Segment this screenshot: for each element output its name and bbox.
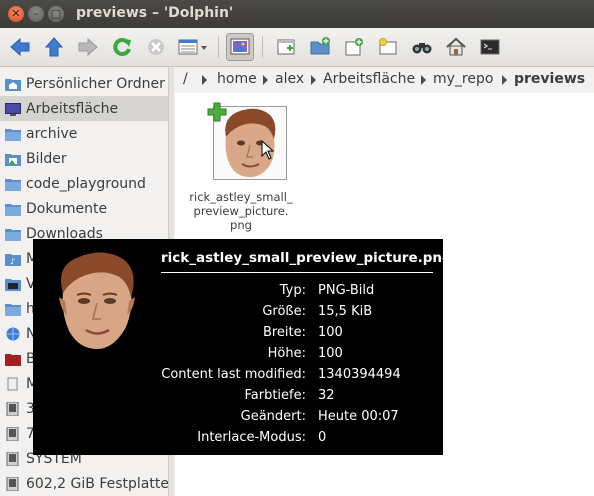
tooltip-row: Größe: 15,5 KiB: [33, 304, 443, 324]
breadcrumb-item[interactable]: my_repo: [433, 71, 493, 87]
tooltip-value: 0: [318, 430, 327, 445]
breadcrumb-item[interactable]: home: [217, 71, 257, 87]
folder-icon: [0, 127, 26, 141]
terminal-icon[interactable]: [476, 33, 504, 61]
tooltip-key: Interlace-Modus:: [197, 430, 306, 445]
tooltip-key: Typ:: [279, 283, 306, 298]
close-window-button[interactable]: ✕: [8, 6, 24, 22]
bookmark-icon: [0, 377, 26, 391]
minimize-window-button[interactable]: –: [28, 6, 44, 22]
sidebar-item[interactable]: code_playground: [0, 171, 174, 196]
forward-icon[interactable]: [74, 33, 102, 61]
drive-icon: [0, 476, 26, 491]
new-folder-icon[interactable]: [306, 33, 334, 61]
sidebar-item-label: Arbeitsfläche: [26, 100, 119, 117]
tooltip-key: Höhe:: [267, 346, 306, 361]
folder-icon: [0, 302, 26, 316]
network-icon: [0, 327, 26, 341]
tooltip-value: 32: [318, 388, 335, 403]
folder-icon: [0, 177, 26, 191]
tooltip-value: 100: [318, 325, 343, 340]
breadcrumb-item[interactable]: previews: [514, 71, 585, 87]
sidebar-item-label: Persönlicher Ordner: [26, 75, 165, 92]
drive-icon: [0, 401, 26, 416]
file-info-tooltip: rick_astley_small_preview_picture.png Ty…: [33, 239, 452, 455]
tooltip-value: Heute 00:07: [318, 409, 399, 424]
folder-icon: [0, 227, 26, 241]
tooltip-row: Höhe: 100: [33, 346, 443, 366]
new-file-icon[interactable]: [340, 33, 368, 61]
music-folder-icon: ♪: [0, 252, 26, 266]
file-name[interactable]: rick_astley_small_ preview_picture. png: [185, 190, 297, 232]
sidebar-item[interactable]: Dokumente: [0, 196, 174, 221]
tooltip-title: rick_astley_small_preview_picture.png: [161, 250, 452, 266]
mouse-cursor-icon: [261, 140, 275, 160]
sidebar-item[interactable]: 602,2 GiB Festplatte: [0, 471, 174, 496]
tooltip-row: Breite: 100: [33, 325, 443, 345]
view-mode-icon[interactable]: [176, 33, 210, 61]
maximize-window-button[interactable]: □: [48, 6, 64, 22]
window-title: previews – 'Dolphin': [76, 5, 234, 21]
toolbar: [0, 28, 594, 67]
breadcrumb-item[interactable]: alex: [275, 71, 304, 87]
tooltip-value: PNG-Bild: [318, 283, 375, 298]
tooltip-row: Geändert: Heute 00:07: [33, 409, 443, 429]
home-icon[interactable]: [442, 33, 470, 61]
desktop-icon: [0, 102, 26, 116]
preview-icon[interactable]: [226, 33, 254, 61]
sidebar-item[interactable]: Bilder: [0, 146, 174, 171]
add-to-selection-icon[interactable]: [207, 102, 227, 122]
tooltip-key: Content last modified:: [161, 367, 306, 382]
sidebar-item[interactable]: Arbeitsfläche: [0, 96, 174, 121]
sidebar-item[interactable]: archive: [0, 121, 174, 146]
drive-icon: [0, 426, 26, 441]
svg-text:♪: ♪: [10, 257, 15, 266]
sidebar-item-label: code_playground: [26, 175, 146, 192]
sidebar-item-label: Dokumente: [26, 200, 108, 217]
tooltip-key: Breite:: [262, 325, 306, 340]
tooltip-key: Farbtiefe:: [244, 388, 306, 403]
breadcrumb-separator-icon[interactable]: [202, 75, 207, 85]
title-bar: ✕ – □ previews – 'Dolphin': [0, 0, 594, 28]
home-folder-icon: [0, 77, 26, 91]
new-window-icon[interactable]: [272, 33, 300, 61]
folder-icon: [0, 202, 26, 216]
stop-icon[interactable]: [142, 33, 170, 61]
tooltip-key: Geändert:: [240, 409, 306, 424]
back-icon[interactable]: [6, 33, 34, 61]
tooltip-value: 100: [318, 346, 343, 361]
breadcrumb-separator-icon[interactable]: [263, 75, 268, 85]
breadcrumb-root[interactable]: /: [183, 71, 188, 87]
sidebar-item-label: archive: [26, 125, 78, 142]
breadcrumb: / home alex Arbeitsfläche my_repo previews: [175, 67, 594, 93]
trash-icon: [0, 352, 26, 366]
find-icon[interactable]: [408, 33, 436, 61]
reload-icon[interactable]: [108, 33, 136, 61]
new-tab-icon[interactable]: [374, 33, 402, 61]
tooltip-row: Typ: PNG-Bild: [33, 283, 443, 303]
tooltip-key: Größe:: [262, 304, 306, 319]
sidebar-item-label: Bilder: [26, 150, 67, 167]
pictures-folder-icon: [0, 152, 26, 166]
drive-icon: [0, 451, 26, 466]
tooltip-row: Content last modified: 1340394494: [33, 367, 443, 387]
video-folder-icon: [0, 277, 26, 291]
breadcrumb-separator-icon[interactable]: [311, 75, 316, 85]
tooltip-divider: [161, 272, 433, 273]
tooltip-row: Farbtiefe: 32: [33, 388, 443, 408]
up-icon[interactable]: [40, 33, 68, 61]
tooltip-value: 15,5 KiB: [318, 304, 373, 319]
tooltip-row: Interlace-Modus: 0: [33, 430, 443, 450]
tooltip-value: 1340394494: [318, 367, 401, 382]
sidebar-item[interactable]: Persönlicher Ordner: [0, 71, 174, 96]
breadcrumb-separator-icon[interactable]: [421, 75, 426, 85]
breadcrumb-item[interactable]: Arbeitsfläche: [323, 71, 415, 87]
breadcrumb-separator-icon[interactable]: [502, 75, 507, 85]
sidebar-item-label: 602,2 GiB Festplatte: [26, 475, 169, 492]
